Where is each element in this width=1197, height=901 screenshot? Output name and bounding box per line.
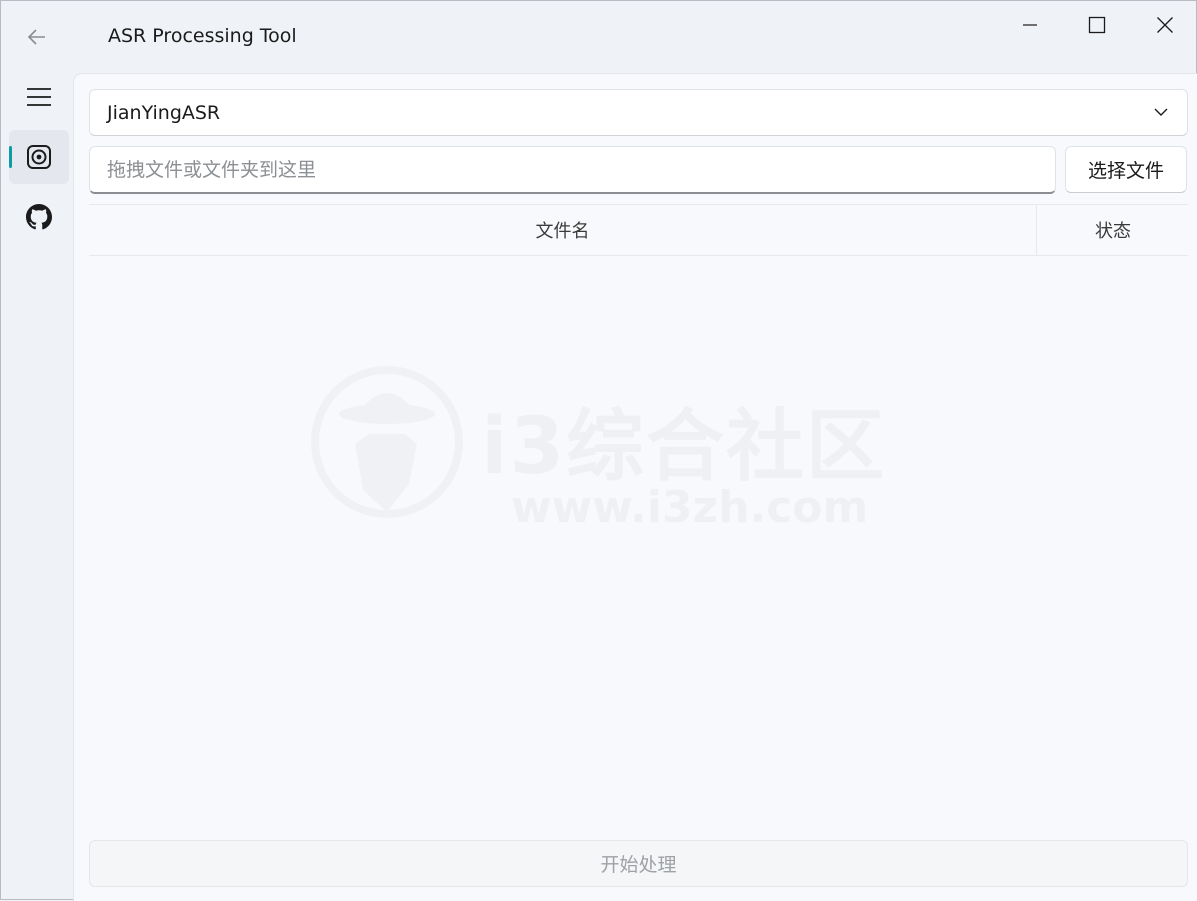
nav-item-github[interactable] xyxy=(9,190,69,244)
nav-active-indicator xyxy=(9,146,12,168)
asr-engine-select[interactable]: JianYingASR xyxy=(89,89,1188,136)
choose-file-button[interactable]: 选择文件 xyxy=(1065,146,1187,193)
watermark: i3综合社区 www.i3zh.com xyxy=(309,364,909,534)
app-window: ASR Processing Tool JianYingASR 拖拽文件或文件夹… xyxy=(0,0,1197,901)
arrow-left-icon xyxy=(27,29,45,45)
github-icon xyxy=(26,204,52,230)
maximize-icon xyxy=(1088,16,1105,34)
column-header-filename[interactable]: 文件名 xyxy=(89,205,1037,255)
maximize-button[interactable] xyxy=(1063,1,1130,49)
close-icon xyxy=(1156,17,1173,33)
nav-menu-button[interactable] xyxy=(9,70,69,124)
app-title: ASR Processing Tool xyxy=(108,25,297,47)
close-button[interactable] xyxy=(1131,1,1197,49)
target-icon xyxy=(27,145,51,169)
main-panel: JianYingASR 选择文件 文件名 状态 i3综合社区 www.i3zh xyxy=(73,73,1197,901)
column-header-status[interactable]: 状态 xyxy=(1038,205,1188,255)
chevron-down-icon xyxy=(1154,108,1168,116)
file-path-input[interactable] xyxy=(89,146,1056,194)
watermark-url: www.i3zh.com xyxy=(511,482,869,533)
file-table: 文件名 状态 i3综合社区 www.i3zh.com xyxy=(89,204,1188,884)
minimize-icon xyxy=(1022,24,1037,26)
table-header: 文件名 状态 xyxy=(89,204,1188,256)
watermark-logo-icon xyxy=(311,366,463,518)
hamburger-menu-icon xyxy=(27,88,51,106)
watermark-brand: i3综合社区 xyxy=(481,402,887,492)
minimize-button[interactable] xyxy=(996,1,1063,49)
back-button[interactable] xyxy=(15,17,59,57)
start-processing-button[interactable]: 开始处理 xyxy=(89,840,1188,887)
nav-item-asr[interactable] xyxy=(9,130,69,184)
asr-engine-value: JianYingASR xyxy=(107,102,221,124)
